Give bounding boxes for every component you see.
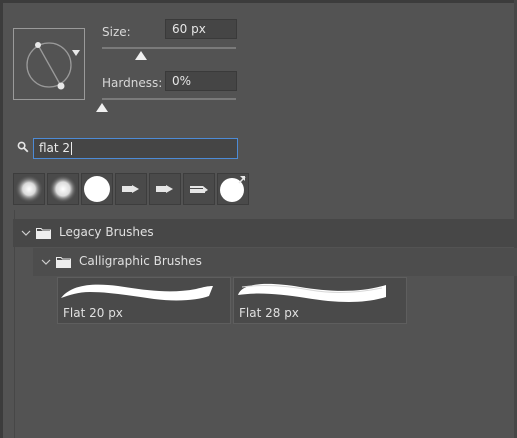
soft-round-brush-icon [49,175,77,203]
brush-stroke-preview [61,284,213,301]
brush-tile-flat-28[interactable]: Flat 28 px [233,277,407,324]
hardness-slider-track[interactable] [102,98,236,100]
size-label: Size: [102,25,131,39]
size-slider-thumb[interactable] [135,51,147,61]
brush-angle-roundness-control[interactable] [13,28,85,100]
recent-brush-2[interactable] [47,173,79,205]
recent-brush-5[interactable] [149,173,181,205]
group-label: Calligraphic Brushes [79,254,202,268]
recent-brush-3[interactable] [81,173,113,205]
flat-tip-brush-icon [156,185,173,193]
round-brush-expand-icon [220,176,246,202]
chevron-down-icon[interactable] [20,227,32,239]
recent-brushes-strip [13,173,249,207]
recent-brush-4[interactable] [115,173,147,205]
group-legacy-brushes[interactable]: Legacy Brushes [13,219,517,247]
recent-brush-7[interactable] [217,173,249,205]
folder-icon [56,257,71,268]
search-icon [17,141,29,153]
brush-search-input[interactable]: flat 2 [33,138,238,159]
folder-icon [36,228,51,239]
recent-brush-6[interactable] [183,173,215,205]
hardness-field[interactable]: 0% [165,71,237,91]
brush-preset-panel: Size: 60 px Hardness: 0% flat 2 Legacy B… [0,0,517,438]
angle-roundness-icon [26,42,80,90]
brush-tile-label: Flat 28 px [239,306,299,320]
panel-top-edge [0,0,517,3]
chevron-down-icon[interactable] [40,256,52,268]
brush-tile-label: Flat 20 px [63,306,123,320]
soft-round-brush-icon [15,175,43,203]
panel-left-edge [0,0,3,438]
calligraphic-brush-icon [190,186,208,193]
size-slider-track[interactable] [102,47,236,49]
recent-brush-1[interactable] [13,173,45,205]
group-label: Legacy Brushes [59,225,154,239]
hardness-slider-thumb[interactable] [96,103,108,113]
hardness-label: Hardness: [102,76,163,90]
group-calligraphic-brushes[interactable]: Calligraphic Brushes [33,248,517,276]
size-field[interactable]: 60 px [165,19,237,39]
flat-tip-brush-icon [122,185,139,193]
hard-round-brush-icon [84,176,110,202]
search-text: flat 2 [39,141,71,155]
text-caret [71,142,73,155]
brush-tile-flat-20[interactable]: Flat 20 px [57,277,231,324]
brush-stroke-preview [238,283,386,302]
